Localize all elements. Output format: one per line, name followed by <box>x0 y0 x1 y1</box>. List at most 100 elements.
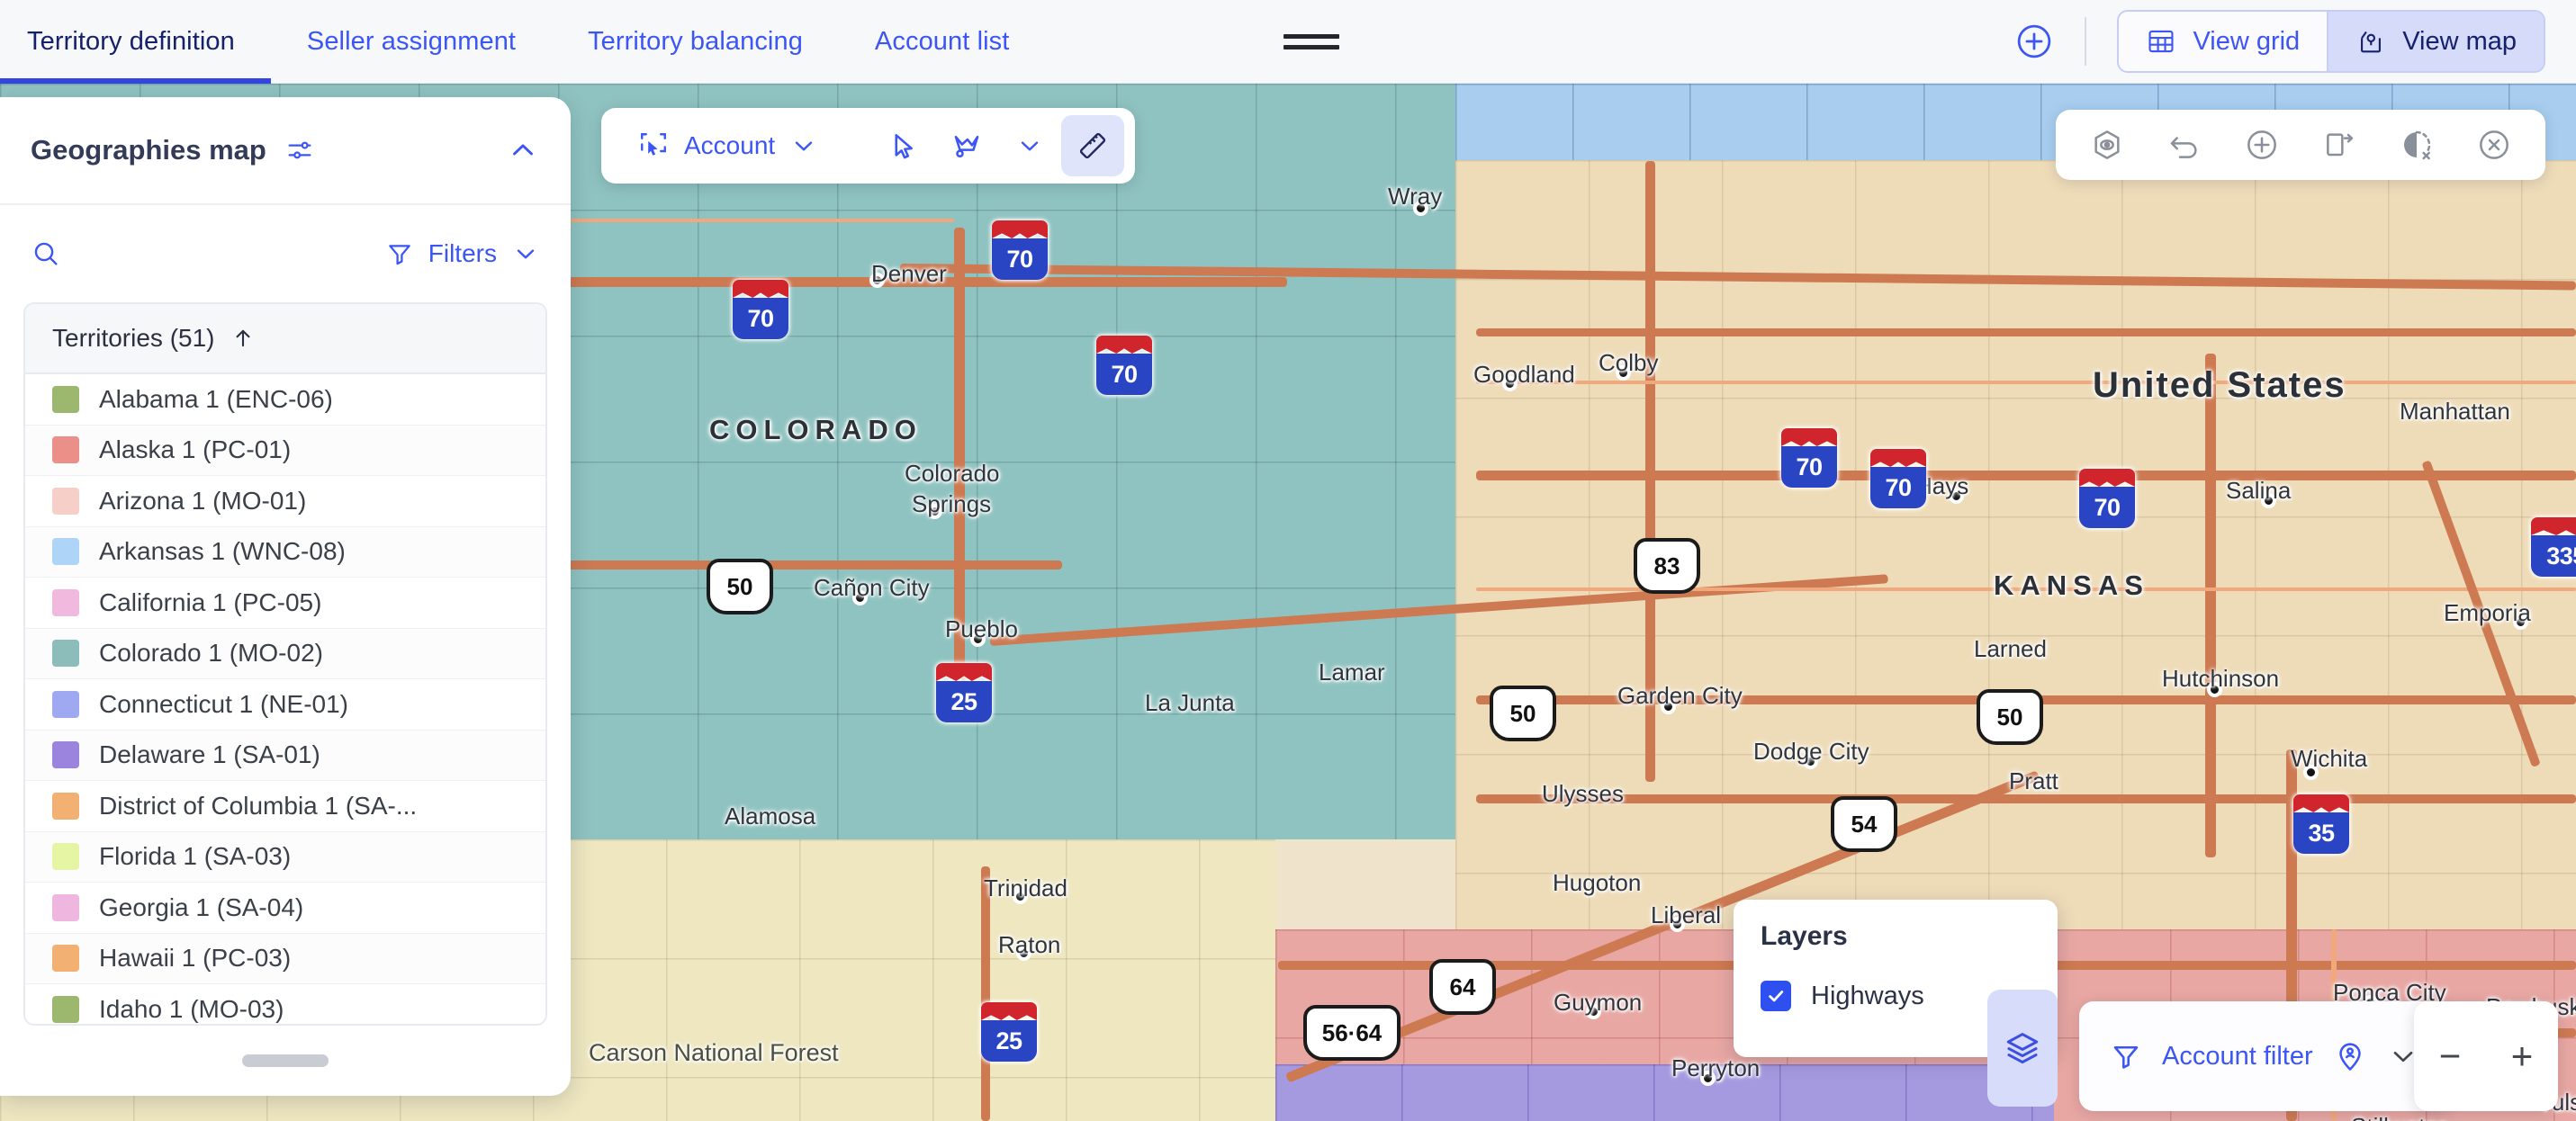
view-map-label: View map <box>2402 26 2517 56</box>
list-item[interactable]: Alaska 1 (PC-01) <box>25 425 545 476</box>
territory-label: Arizona 1 (MO-01) <box>99 486 307 515</box>
territory-label: California 1 (PC-05) <box>99 587 322 616</box>
account-filter-control[interactable]: Account filter <box>2079 1001 2450 1111</box>
zoom-controls: − + <box>2414 1001 2558 1111</box>
shield-number: 25 <box>981 1020 1037 1062</box>
close-circle-icon <box>2476 127 2512 163</box>
highway-segment <box>1476 794 2576 803</box>
map-pin-person-icon[interactable] <box>2333 1039 2367 1073</box>
layers-toggle-button[interactable] <box>1987 990 2058 1107</box>
list-item[interactable]: Arizona 1 (MO-01) <box>25 476 545 527</box>
interstate-shield-icon: 70 <box>1096 336 1152 395</box>
tab-label: Account list <box>874 26 1010 56</box>
zoom-in-button[interactable]: + <box>2486 1001 2558 1111</box>
search-container[interactable] <box>31 238 373 269</box>
cursor-arrow-icon <box>887 130 920 162</box>
shield-number: 335 <box>2531 535 2576 577</box>
highway-segment <box>1476 328 2576 336</box>
app-header: Territory definition Seller assignment T… <box>0 0 2576 84</box>
tab-label: Seller assignment <box>306 26 517 56</box>
list-item[interactable]: Delaware 1 (SA-01) <box>25 730 545 781</box>
contrast-off-icon <box>2399 127 2435 163</box>
list-item[interactable]: California 1 (PC-05) <box>25 578 545 629</box>
geographies-map-panel: Geographies map Filters Territories (51)… <box>0 97 571 1096</box>
territory-label: Hawaii 1 (PC-03) <box>99 944 292 973</box>
road-segment <box>1476 381 2576 384</box>
list-item[interactable]: Idaho 1 (MO-03) <box>25 984 545 1024</box>
map-tools-top-right <box>2056 110 2545 180</box>
shield-number: 70 <box>1096 354 1152 395</box>
add-shape-button[interactable] <box>2223 115 2301 175</box>
territory-color-swatch <box>52 538 79 566</box>
territory-color-swatch <box>52 995 79 1023</box>
header-actions: View grid View map <box>2009 0 2576 84</box>
undo-button[interactable] <box>2146 115 2223 175</box>
territory-color-swatch <box>52 843 79 871</box>
interstate-shield-icon: 70 <box>1781 428 1837 488</box>
territory-label: Idaho 1 (MO-03) <box>99 994 284 1023</box>
map-pin-icon <box>2355 26 2386 57</box>
filter-icon <box>2110 1040 2142 1072</box>
highway-segment <box>954 228 965 695</box>
view-grid-label: View grid <box>2193 26 2301 56</box>
territories-list[interactable]: Alabama 1 (ENC-06) Alaska 1 (PC-01) Arizon… <box>25 374 545 1024</box>
shield-number: 70 <box>733 298 788 339</box>
lasso-dropdown-button[interactable] <box>998 115 1061 176</box>
lasso-tool-button[interactable] <box>935 115 998 176</box>
list-item[interactable]: Hawaii 1 (PC-03) <box>25 933 545 984</box>
territory-label: Delaware 1 (SA-01) <box>99 740 320 769</box>
list-item[interactable]: Connecticut 1 (NE-01) <box>25 679 545 731</box>
list-item[interactable]: District of Columbia 1 (SA-... <box>25 781 545 832</box>
horizontal-scrollbar[interactable] <box>242 1054 329 1067</box>
highways-label: Highways <box>1811 981 1924 1010</box>
list-item[interactable]: Alabama 1 (ENC-06) <box>25 374 545 426</box>
account-filter-label: Account filter <box>2162 1041 2313 1071</box>
chevron-down-icon <box>789 131 818 160</box>
territory-color-swatch <box>52 487 79 515</box>
view-grid-button[interactable]: View grid <box>2119 12 2328 71</box>
tab-seller-assignment[interactable]: Seller assignment <box>271 0 552 84</box>
view-map-button[interactable]: View map <box>2327 12 2544 71</box>
plus-circle-icon <box>2244 127 2280 163</box>
entity-select-button[interactable]: Account <box>625 117 831 175</box>
list-item[interactable]: Colorado 1 (MO-02) <box>25 628 545 679</box>
highway-segment <box>1476 471 2576 480</box>
territory-color-swatch <box>52 690 79 718</box>
pointer-tool-button[interactable] <box>872 115 935 176</box>
list-item[interactable]: Georgia 1 (SA-04) <box>25 883 545 934</box>
tab-label: Territory balancing <box>588 26 803 56</box>
move-export-button[interactable] <box>2301 115 2378 175</box>
interstate-shield-icon: 70 <box>992 220 1048 280</box>
territory-color-swatch <box>52 436 79 464</box>
tab-label: Territory definition <box>27 26 235 56</box>
chevron-up-icon[interactable] <box>506 133 540 167</box>
marquee-select-icon <box>637 130 670 162</box>
map-region-texas[interactable] <box>1275 1064 2054 1121</box>
ruler-icon <box>1076 130 1109 162</box>
list-item[interactable]: Florida 1 (SA-03) <box>25 831 545 883</box>
arrow-up-icon[interactable] <box>230 326 256 351</box>
search-input[interactable] <box>74 239 373 268</box>
target-visibility-icon-button[interactable] <box>2068 115 2146 175</box>
tab-account-list[interactable]: Account list <box>839 0 1046 84</box>
close-circle-button[interactable] <box>2455 115 2533 175</box>
ruler-tool-button[interactable] <box>1061 115 1125 176</box>
tab-territory-definition[interactable]: Territory definition <box>0 0 271 84</box>
chevron-down-icon <box>1015 131 1044 160</box>
panel-header: Geographies map <box>0 97 571 205</box>
highways-checkbox[interactable] <box>1761 981 1791 1011</box>
list-item[interactable]: Arkansas 1 (WNC-08) <box>25 526 545 578</box>
filters-button[interactable]: Filters <box>385 239 540 268</box>
tab-territory-balancing[interactable]: Territory balancing <box>552 0 839 84</box>
move-export-icon <box>2321 127 2357 163</box>
territories-list-header[interactable]: Territories (51) <box>25 304 545 374</box>
contrast-off-button[interactable] <box>2378 115 2455 175</box>
shield-crest <box>2293 794 2349 812</box>
panel-drag-handle[interactable] <box>1283 28 1340 55</box>
zoom-out-button[interactable]: − <box>2414 1001 2486 1111</box>
interstate-shield-icon: 70 <box>733 280 788 339</box>
sliders-icon[interactable] <box>284 135 315 166</box>
territory-label: Arkansas 1 (WNC-08) <box>99 537 346 566</box>
add-button[interactable] <box>2009 16 2059 67</box>
territory-color-swatch <box>52 893 79 921</box>
